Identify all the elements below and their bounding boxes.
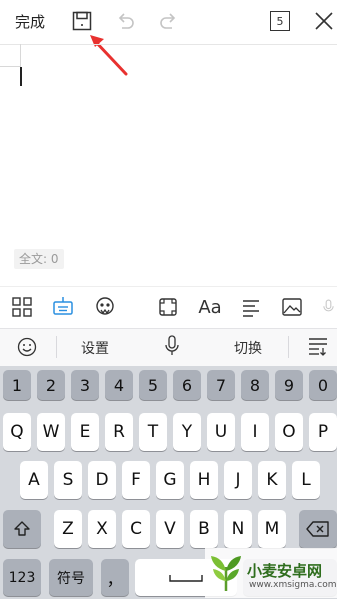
key-r[interactable]: R: [105, 413, 133, 451]
close-icon[interactable]: [312, 9, 336, 33]
key-9[interactable]: 9: [275, 370, 303, 400]
shift-key[interactable]: [3, 510, 41, 548]
key-b[interactable]: B: [190, 510, 218, 548]
key-y[interactable]: Y: [173, 413, 201, 451]
watermark-logo-icon: [211, 556, 241, 592]
key-k[interactable]: K: [258, 461, 286, 499]
key-t[interactable]: T: [139, 413, 167, 451]
symbols-key[interactable]: 符号: [49, 559, 93, 596]
key-i[interactable]: I: [241, 413, 269, 451]
key-3[interactable]: 3: [71, 370, 99, 400]
key-6[interactable]: 6: [173, 370, 201, 400]
shift-icon: [14, 521, 30, 536]
emoji-icon[interactable]: [16, 336, 38, 358]
key-a[interactable]: A: [20, 461, 48, 499]
key-e[interactable]: E: [71, 413, 99, 451]
settings-button[interactable]: 设置: [81, 338, 109, 358]
menu-icon[interactable]: [307, 335, 329, 357]
watermark-url: www.xmsigma.com: [249, 580, 337, 590]
mic-icon[interactable]: [320, 296, 337, 318]
key-p[interactable]: P: [309, 413, 337, 451]
crop-icon[interactable]: [156, 296, 180, 318]
key-s[interactable]: S: [54, 461, 82, 499]
key-1[interactable]: 1: [3, 370, 31, 400]
key-f[interactable]: F: [122, 461, 150, 499]
key-u[interactable]: U: [207, 413, 235, 451]
image-icon[interactable]: [280, 296, 304, 318]
layout-icon[interactable]: [10, 296, 34, 318]
key-h[interactable]: H: [190, 461, 218, 499]
redo-icon[interactable]: [156, 9, 180, 33]
suggestion-separator: [56, 336, 57, 358]
numbers-key[interactable]: 123: [3, 559, 41, 596]
key-7[interactable]: 7: [207, 370, 235, 400]
key-v[interactable]: V: [156, 510, 184, 548]
key-z[interactable]: Z: [54, 510, 82, 548]
key-o[interactable]: O: [275, 413, 303, 451]
voice-input-icon[interactable]: [161, 334, 183, 358]
watermark: 小麦安卓网 www.xmsigma.com: [205, 548, 337, 598]
align-icon[interactable]: [239, 296, 263, 318]
key-2[interactable]: 2: [37, 370, 65, 400]
backspace-icon: [306, 521, 329, 537]
key-n[interactable]: N: [224, 510, 252, 548]
suggestion-separator: [288, 336, 289, 358]
watermark-title: 小麦安卓网: [247, 562, 323, 580]
comma-key[interactable]: ，: [101, 559, 129, 596]
key-5[interactable]: 5: [139, 370, 167, 400]
voice-face-icon[interactable]: [93, 296, 117, 318]
page-count-icon[interactable]: 5: [270, 11, 290, 31]
done-button[interactable]: 完成: [15, 11, 45, 32]
switch-button[interactable]: 切换: [234, 338, 262, 358]
backspace-key[interactable]: [299, 510, 337, 548]
key-w[interactable]: W: [37, 413, 65, 451]
space-icon: [169, 574, 203, 582]
font-icon[interactable]: Aa: [197, 295, 223, 319]
key-c[interactable]: C: [122, 510, 150, 548]
key-l[interactable]: L: [292, 461, 320, 499]
keyboard-icon[interactable]: [51, 296, 75, 318]
word-count-badge: 全文: 0: [14, 249, 64, 269]
key-m[interactable]: M: [258, 510, 286, 548]
key-j[interactable]: J: [224, 461, 252, 499]
key-q[interactable]: Q: [3, 413, 31, 451]
key-8[interactable]: 8: [241, 370, 269, 400]
key-0[interactable]: 0: [309, 370, 337, 400]
key-4[interactable]: 4: [105, 370, 133, 400]
key-x[interactable]: X: [88, 510, 116, 548]
key-g[interactable]: G: [156, 461, 184, 499]
key-d[interactable]: D: [88, 461, 116, 499]
